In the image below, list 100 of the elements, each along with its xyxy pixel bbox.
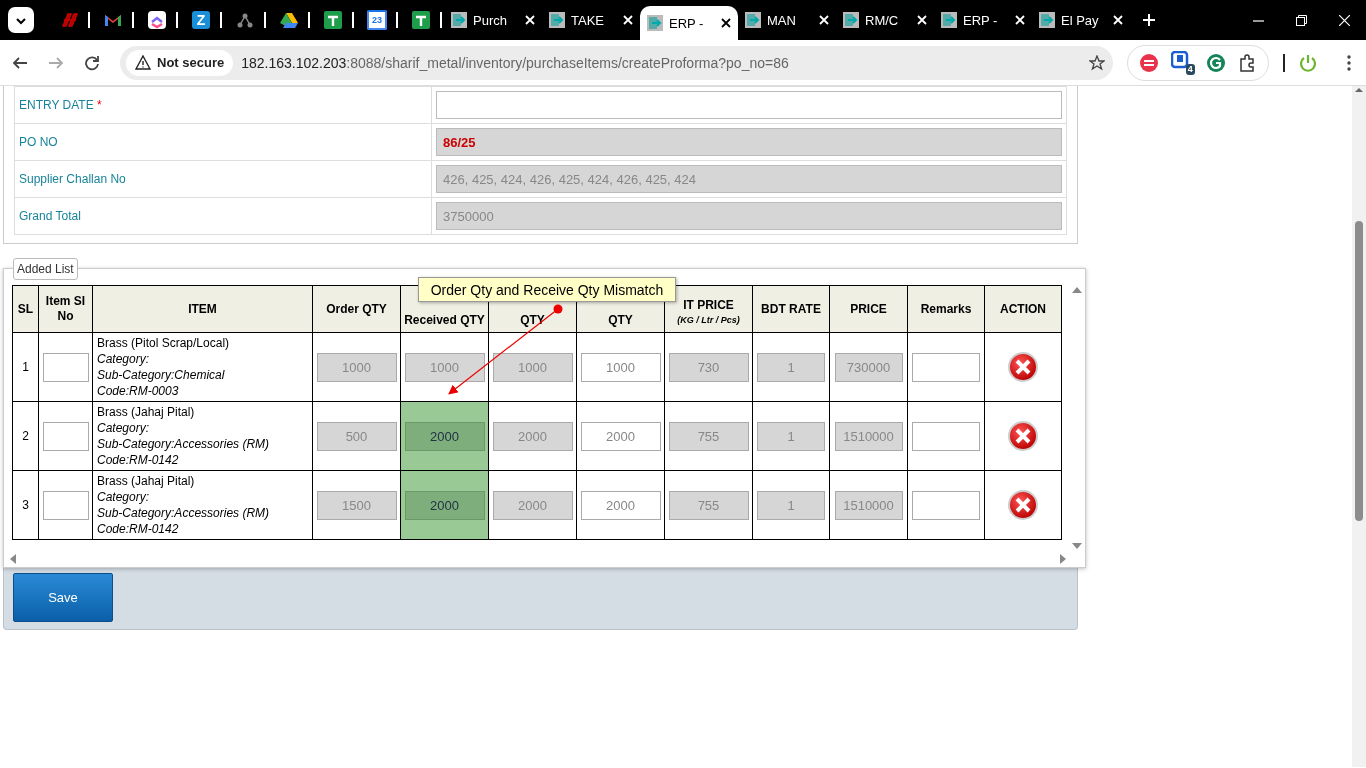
column-header: Item SI No bbox=[38, 285, 93, 333]
input-field[interactable] bbox=[42, 421, 89, 451]
column-header: Remarks bbox=[907, 285, 985, 333]
delete-button[interactable] bbox=[1007, 489, 1039, 521]
plus-sheet-icon bbox=[324, 11, 342, 29]
extension-button[interactable]: 4 bbox=[1170, 50, 1195, 75]
input-field[interactable] bbox=[42, 352, 89, 382]
pinned-tab[interactable]: Z bbox=[180, 0, 224, 40]
delete-button[interactable] bbox=[1007, 420, 1039, 452]
browser-tab[interactable]: MAN bbox=[738, 0, 836, 40]
puzzle-icon[interactable] bbox=[1237, 53, 1256, 72]
browser-tab[interactable]: Purch bbox=[444, 0, 542, 40]
striped-circle-icon[interactable] bbox=[1140, 53, 1159, 72]
page-scrollbar[interactable] bbox=[1352, 86, 1366, 767]
close-icon[interactable] bbox=[720, 17, 732, 29]
input-field: 1500 bbox=[316, 490, 397, 520]
chevron-stack-icon bbox=[148, 11, 166, 29]
address-bar[interactable]: Not secure 182.163.102.203:8088/sharif_metal/inventory/purchaseItems/createProforma?po_no=86 bbox=[120, 45, 1113, 80]
triangle-logo-icon bbox=[280, 11, 298, 29]
input-field: 755 bbox=[668, 490, 749, 520]
reload-icon[interactable] bbox=[84, 54, 100, 71]
input-field: 730000 bbox=[834, 352, 903, 382]
page-icon bbox=[744, 11, 762, 29]
url-text: 182.163.102.203:8088/sharif_metal/inventory/purchaseItems/createProforma?po_no=86 bbox=[241, 54, 790, 71]
delete-icon bbox=[1007, 420, 1039, 452]
warning-icon bbox=[135, 55, 151, 70]
input-field: 426, 425, 424, 426, 425, 424, 426, 425, 424 bbox=[436, 165, 1062, 193]
g-circle-icon[interactable] bbox=[1207, 53, 1226, 72]
field-label: Grand Total bbox=[19, 209, 81, 223]
count-badge: 4 bbox=[1185, 63, 1195, 75]
back-arrow-icon[interactable] bbox=[12, 54, 28, 71]
plus-sheet-icon bbox=[412, 11, 430, 29]
z-logo-icon: Z bbox=[192, 11, 210, 29]
envelope-icon bbox=[104, 12, 122, 28]
tab-search-button[interactable] bbox=[8, 7, 34, 33]
field-label: Supplier Challan No bbox=[19, 172, 126, 186]
input-field: 2000 bbox=[492, 421, 573, 451]
save-button[interactable]: Save bbox=[13, 573, 113, 622]
security-chip[interactable]: Not secure bbox=[126, 49, 234, 76]
input-field: 1000 bbox=[492, 352, 573, 382]
delete-button[interactable] bbox=[1007, 351, 1039, 383]
input-field[interactable] bbox=[436, 91, 1062, 119]
panel-legend: Added List bbox=[13, 258, 78, 280]
chevron-down-icon bbox=[15, 15, 27, 25]
input-field: 2000 bbox=[404, 490, 485, 520]
row-number: 3 bbox=[22, 498, 29, 512]
menu-icon[interactable] bbox=[1347, 54, 1351, 71]
scroll-up-icon[interactable] bbox=[1071, 285, 1083, 295]
field-label: ENTRY DATE bbox=[19, 98, 94, 112]
input-field: 2000 bbox=[492, 490, 573, 520]
input-field: 1 bbox=[757, 490, 825, 520]
required-mark: * bbox=[97, 98, 102, 112]
input-field: 86/25 bbox=[436, 128, 1062, 156]
pinned-tab[interactable]: 23 bbox=[356, 0, 400, 40]
browser-tab[interactable]: ERP - bbox=[640, 6, 738, 40]
scroll-left-icon[interactable] bbox=[8, 553, 18, 565]
browser-tab[interactable]: El Pay bbox=[1032, 0, 1130, 40]
scroll-up-icon[interactable] bbox=[1354, 86, 1364, 94]
input-field[interactable]: 1000 bbox=[580, 352, 661, 382]
input-field[interactable]: 2000 bbox=[580, 490, 661, 520]
scroll-down-icon[interactable] bbox=[1071, 541, 1083, 551]
input-field: 500 bbox=[316, 421, 397, 451]
column-header: PRICE bbox=[829, 285, 908, 333]
network-icon bbox=[236, 12, 254, 28]
star-icon[interactable] bbox=[1089, 54, 1105, 71]
new-tab-icon[interactable] bbox=[1142, 13, 1156, 27]
page-icon bbox=[548, 11, 566, 29]
input-field[interactable] bbox=[42, 490, 89, 520]
restore-icon[interactable] bbox=[1296, 14, 1307, 26]
column-header: ACTION bbox=[984, 285, 1062, 333]
browser-tab[interactable]: RM/C bbox=[836, 0, 934, 40]
slash-logo-icon bbox=[60, 12, 78, 28]
input-field: 1 bbox=[757, 421, 825, 451]
page-icon bbox=[940, 11, 958, 29]
input-field[interactable] bbox=[912, 421, 980, 451]
input-field[interactable] bbox=[912, 490, 980, 520]
input-field: 3750000 bbox=[436, 202, 1062, 230]
row-number: 2 bbox=[22, 429, 29, 443]
page-icon bbox=[450, 11, 468, 29]
page-icon bbox=[1038, 11, 1056, 29]
delete-icon bbox=[1007, 351, 1039, 383]
input-field[interactable]: 2000 bbox=[580, 421, 661, 451]
browser-tab[interactable]: ERP - bbox=[934, 0, 1032, 40]
column-header: Order QTY bbox=[312, 285, 401, 333]
item-description: Brass (Jahaj Pital) Category: Sub-Category:Accessories (RM) Code:RM-0142 bbox=[97, 405, 270, 467]
scroll-right-icon[interactable] bbox=[1058, 553, 1068, 565]
input-field: 1510000 bbox=[834, 490, 903, 520]
field-label: PO NO bbox=[19, 135, 58, 149]
input-field[interactable] bbox=[912, 352, 980, 382]
column-header: BDT RATE bbox=[752, 285, 830, 333]
delete-icon bbox=[1007, 489, 1039, 521]
input-field: 1000 bbox=[404, 352, 485, 382]
input-field: 1510000 bbox=[834, 421, 903, 451]
item-description: Brass (Pitol Scrap/Local) Category: Sub-Category:Chemical Code:RM-0003 bbox=[97, 336, 230, 398]
input-field: 1 bbox=[757, 352, 825, 382]
browser-tab[interactable]: TAKE bbox=[542, 0, 640, 40]
page-icon bbox=[646, 14, 664, 32]
tooltip-callout: Order Qty and Receive Qty Mismatch bbox=[418, 277, 676, 302]
input-field: 755 bbox=[668, 421, 749, 451]
input-field: 730 bbox=[668, 352, 749, 382]
